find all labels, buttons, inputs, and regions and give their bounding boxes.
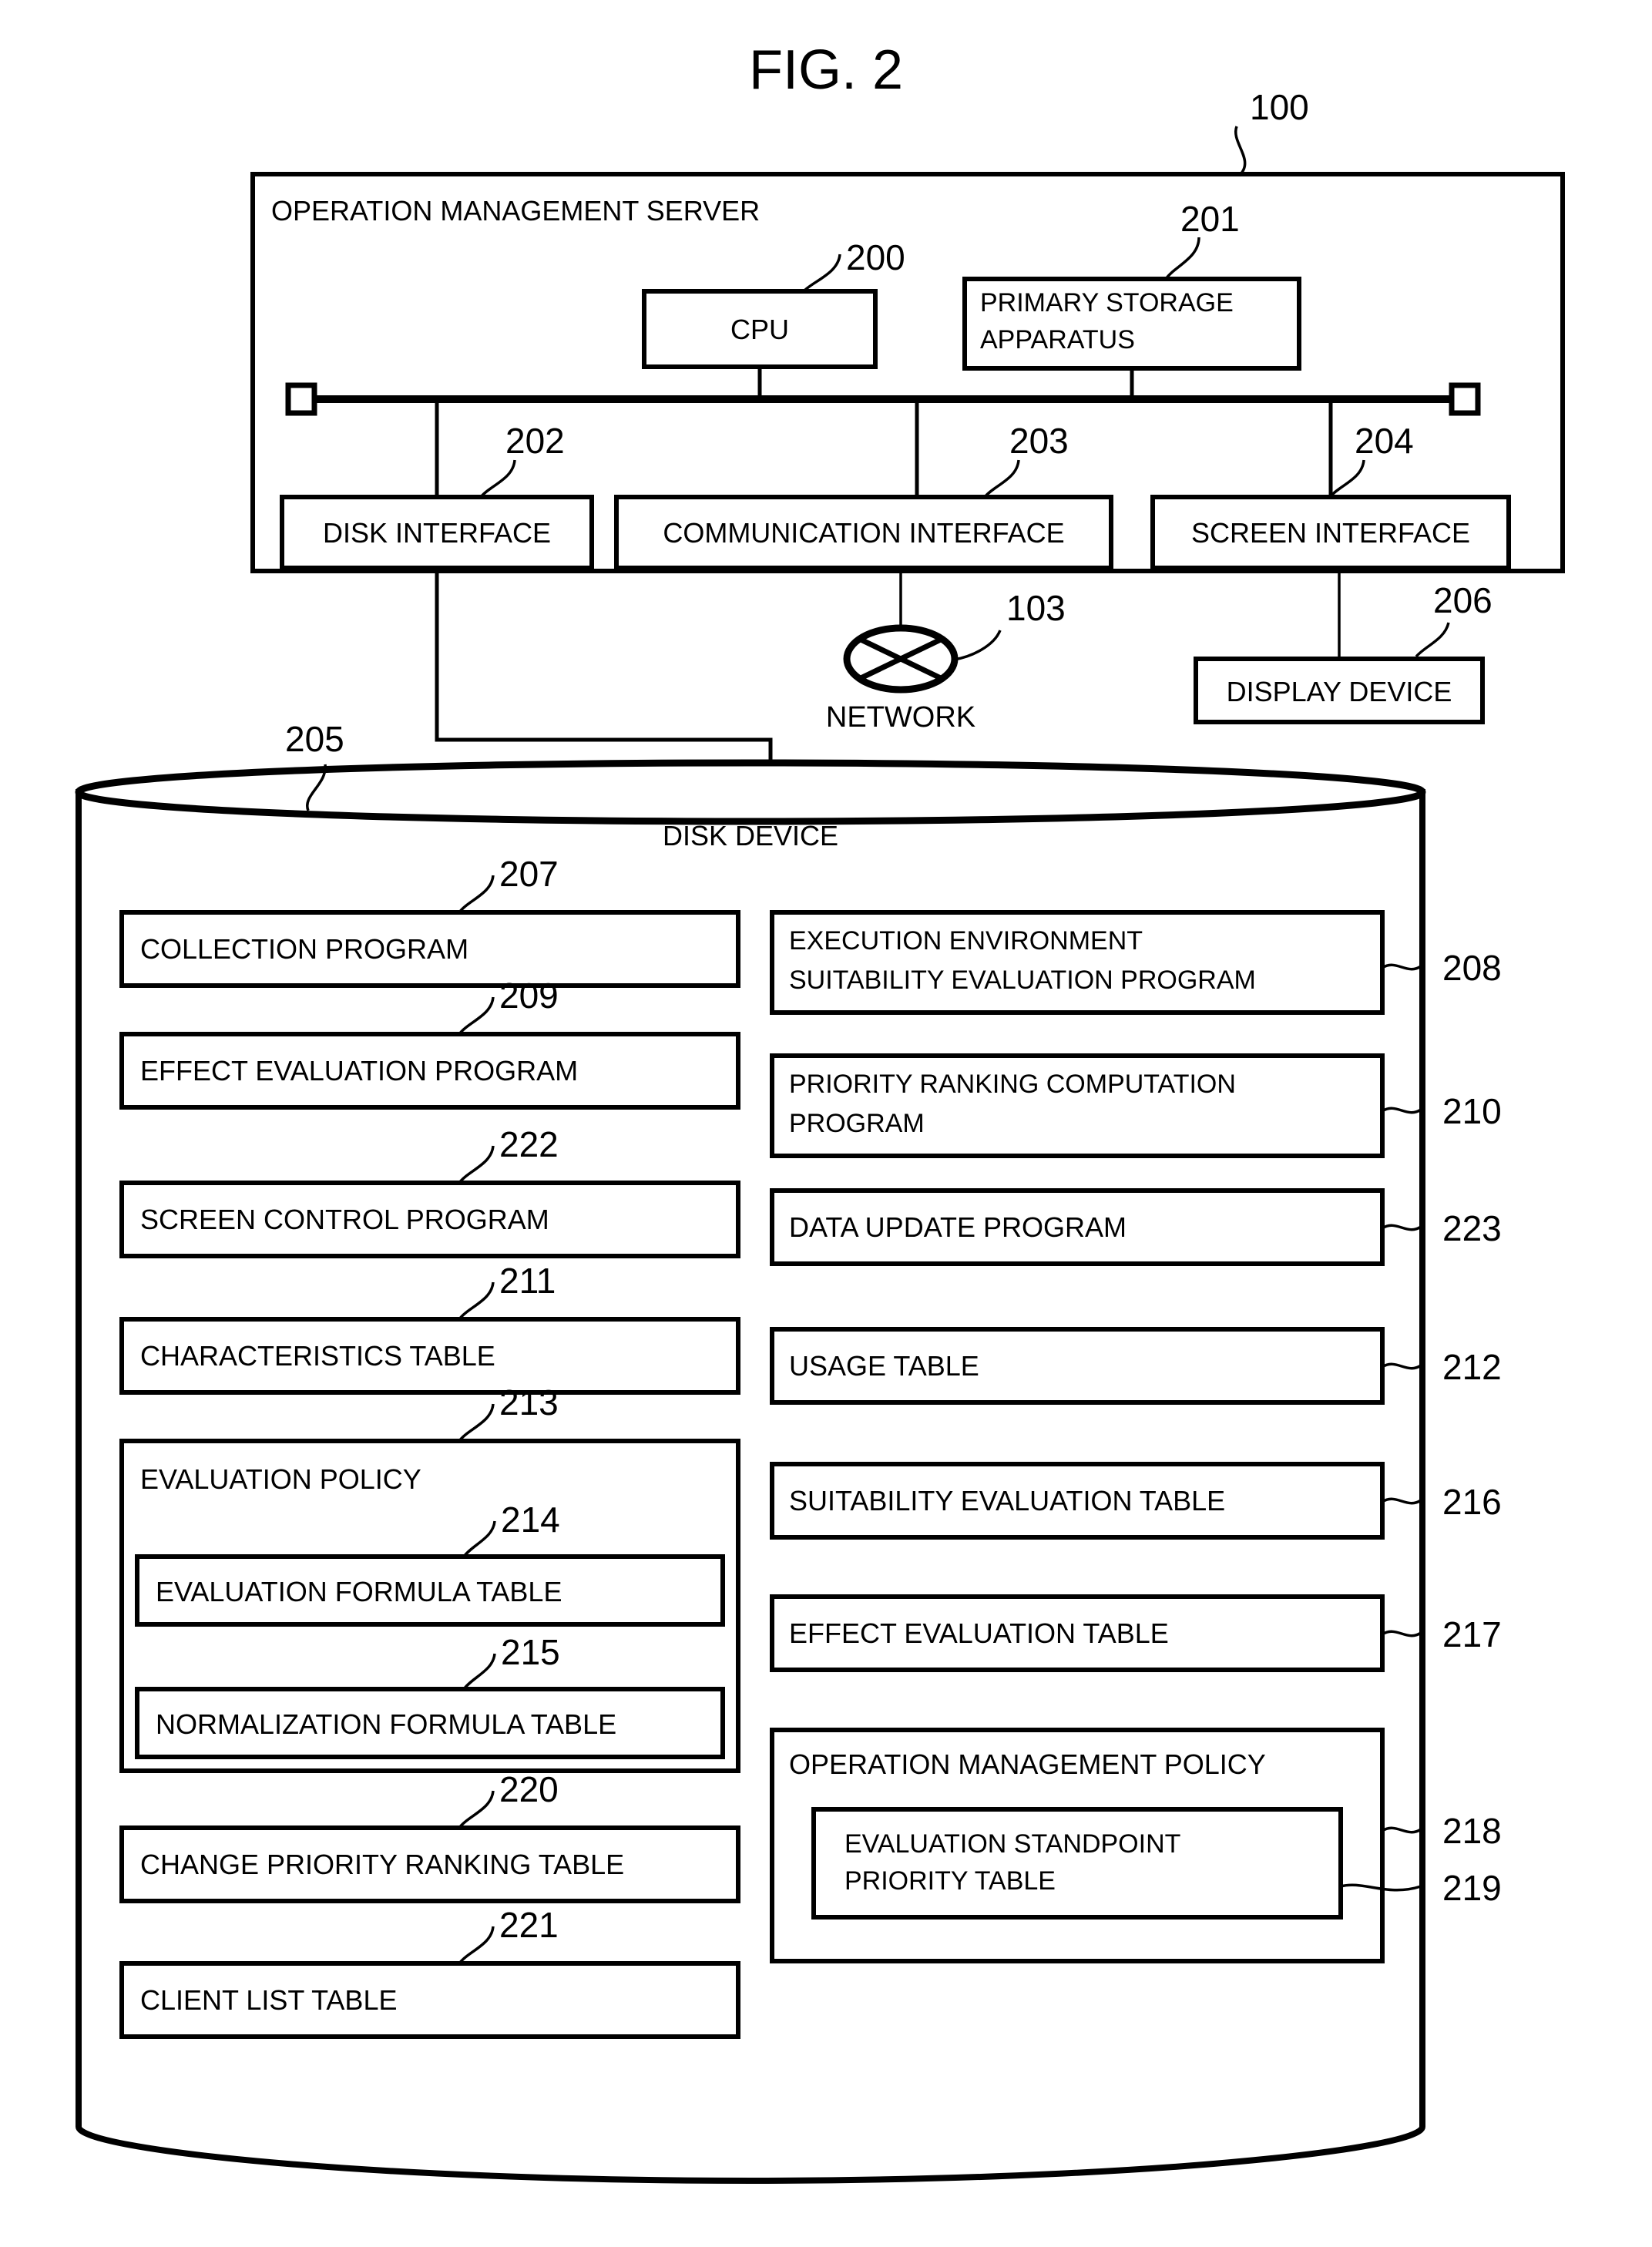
usage-table-label: USAGE TABLE — [789, 1350, 979, 1382]
change-priority-ranking-table-label: CHANGE PRIORITY RANKING TABLE — [140, 1849, 624, 1880]
ref-number-222: 222 — [499, 1124, 559, 1164]
screen-interface-label: SCREEN INTERFACE — [1191, 517, 1470, 549]
evaluation-standpoint-line2: PRIORITY TABLE — [844, 1866, 1056, 1896]
operation-management-server-title: OPERATION MANAGEMENT SERVER — [271, 195, 760, 227]
bus-terminator-right — [1449, 382, 1481, 416]
evaluation-policy-label: EVALUATION POLICY — [140, 1463, 421, 1495]
ref-number-206: 206 — [1433, 580, 1493, 620]
communication-interface-label: COMMUNICATION INTERFACE — [663, 517, 1064, 549]
primary-storage-line2: APPARATUS — [980, 325, 1135, 354]
leader-line-100 — [1234, 126, 1247, 177]
ref-number-211: 211 — [499, 1261, 556, 1301]
priority-ranking-computation-line1: PRIORITY RANKING COMPUTATION — [789, 1070, 1236, 1099]
screen-control-program-label: SCREEN CONTROL PROGRAM — [140, 1204, 549, 1235]
data-update-program-label: DATA UPDATE PROGRAM — [789, 1211, 1127, 1243]
leader-line-206 — [1415, 622, 1450, 658]
ref-number-201: 201 — [1180, 199, 1240, 239]
ref-number-220: 220 — [499, 1769, 559, 1809]
ref-number-203: 203 — [1009, 421, 1069, 461]
evaluation-formula-table-label: EVALUATION FORMULA TABLE — [156, 1576, 562, 1607]
collection-program-label: COLLECTION PROGRAM — [140, 933, 468, 965]
ref-number-213: 213 — [499, 1382, 559, 1422]
ref-number-200: 200 — [846, 237, 905, 277]
client-list-table-label: CLIENT LIST TABLE — [140, 1984, 397, 2016]
patent-figure-page: FIG. 2 OPERATION MANAGEMENT SERVER 100 C… — [0, 0, 1652, 2247]
ref-number-221: 221 — [499, 1905, 559, 1945]
ref-number-210: 210 — [1442, 1091, 1502, 1131]
disk-device-label: DISK DEVICE — [663, 820, 838, 851]
ref-number-215: 215 — [501, 1632, 560, 1672]
ref-number-202: 202 — [505, 421, 565, 461]
evaluation-standpoint-priority-table-box — [811, 1807, 1343, 1920]
leader-line-103 — [953, 630, 1002, 661]
figure-title: FIG. 2 — [749, 39, 903, 101]
display-device-label: DISPLAY DEVICE — [1227, 676, 1452, 707]
normalization-formula-table-label: NORMALIZATION FORMULA TABLE — [156, 1708, 616, 1740]
ref-number-212: 212 — [1442, 1347, 1502, 1387]
ref-number-103: 103 — [1006, 588, 1066, 628]
ref-number-208: 208 — [1442, 948, 1502, 988]
operation-management-policy-label: OPERATION MANAGEMENT POLICY — [789, 1748, 1266, 1780]
effect-evaluation-table-label: EFFECT EVALUATION TABLE — [789, 1617, 1169, 1649]
bus-terminator-left — [285, 382, 317, 416]
evaluation-standpoint-line1: EVALUATION STANDPOINT — [844, 1829, 1180, 1859]
ref-number-219: 219 — [1442, 1868, 1502, 1908]
disk-device-cylinder-top — [75, 759, 1426, 825]
ref-number-223: 223 — [1442, 1208, 1502, 1248]
execution-env-suitability-line2: SUITABILITY EVALUATION PROGRAM — [789, 966, 1256, 995]
priority-ranking-computation-line2: PROGRAM — [789, 1109, 925, 1138]
ref-number-218: 218 — [1442, 1811, 1502, 1851]
disk-interface-to-disk-device-connector — [435, 568, 773, 788]
cpu-label: CPU — [730, 314, 789, 345]
characteristics-table-label: CHARACTERISTICS TABLE — [140, 1340, 495, 1372]
ref-number-214: 214 — [501, 1500, 560, 1540]
ref-number-204: 204 — [1355, 421, 1414, 461]
ref-number-209: 209 — [499, 976, 559, 1016]
network-label: NETWORK — [826, 701, 975, 734]
figure-canvas: FIG. 2 OPERATION MANAGEMENT SERVER 100 C… — [75, 39, 1565, 2185]
ref-number-207: 207 — [499, 854, 559, 894]
effect-evaluation-program-label: EFFECT EVALUATION PROGRAM — [140, 1055, 578, 1087]
disk-interface-label: DISK INTERFACE — [323, 517, 551, 549]
ref-number-217: 217 — [1442, 1614, 1502, 1654]
execution-env-suitability-line1: EXECUTION ENVIRONMENT — [789, 926, 1143, 956]
ref-number-100: 100 — [1250, 87, 1309, 127]
suitability-evaluation-table-label: SUITABILITY EVALUATION TABLE — [789, 1485, 1225, 1516]
primary-storage-line1: PRIMARY STORAGE — [980, 288, 1234, 317]
ref-number-205: 205 — [285, 719, 344, 759]
ref-number-216: 216 — [1442, 1482, 1502, 1522]
